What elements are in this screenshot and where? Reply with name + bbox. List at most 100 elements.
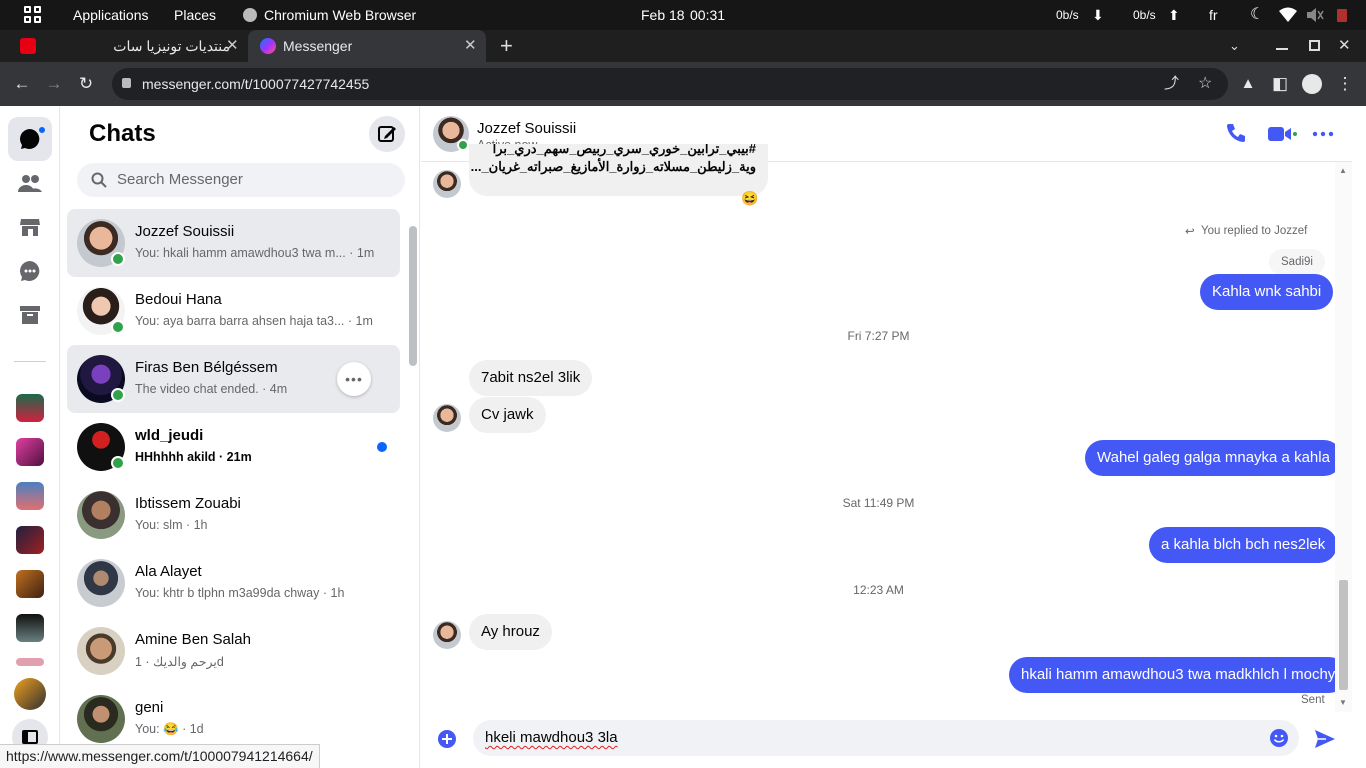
user-profile-avatar[interactable] [14, 678, 46, 710]
page-scrollbar[interactable] [1352, 106, 1366, 768]
conversation-item[interactable]: geni You: 😂 · 1d [67, 685, 400, 753]
conversation-options-button[interactable]: ••• [337, 362, 371, 396]
new-tab-icon[interactable]: + [500, 30, 513, 62]
conversation-item[interactable]: Amine Ben Salah يرحم والديك · 1d [67, 617, 400, 685]
conversation-item[interactable]: Ala Alayet You: khtr b tlphn m3a99da chw… [67, 549, 400, 617]
community-thumbnail[interactable] [16, 570, 44, 598]
thread-scrollbar[interactable]: ▲ ▼ [1335, 162, 1352, 712]
address-bar[interactable]: messenger.com/t/100077427742455 ⤴ ☆ [112, 68, 1228, 100]
scroll-up-arrow-icon[interactable]: ▲ [1339, 166, 1347, 175]
active-app-label[interactable]: Chromium Web Browser [264, 0, 416, 30]
navigation-rail [0, 106, 60, 768]
chat-list-scrollbar[interactable] [409, 226, 417, 366]
keyboard-layout-indicator[interactable]: fr [1209, 0, 1218, 30]
maximize-icon[interactable] [1309, 40, 1320, 51]
community-thumbnail[interactable] [16, 614, 44, 642]
contact-avatar [77, 559, 125, 607]
message-bubble-outgoing[interactable]: hkali hamm amawdhou3 twa madkhlch l moch… [1009, 657, 1348, 693]
thread-contact-name[interactable]: Jozzef Souissii [477, 120, 576, 137]
conversation-item[interactable]: Jozzef Souissii You: hkali hamm amawdhou… [67, 209, 400, 277]
add-attachment-icon[interactable] [437, 729, 457, 749]
close-tab-icon[interactable]: ✕ [226, 30, 239, 62]
messenger-app: Chats Search Messenger Jozzef Souissii Y… [0, 106, 1366, 768]
close-window-icon[interactable]: ✕ [1338, 30, 1351, 62]
community-thumbnail[interactable] [16, 482, 44, 510]
message-text: وية_زليطن_مسلاته_زوارة_الأمازيغ_صبراته_غ… [470, 159, 756, 174]
message-input[interactable]: hkeli mawdhou3 3la [473, 720, 1299, 756]
message-bubble-outgoing[interactable]: Wahel galeg galga mnayka a kahla [1085, 440, 1342, 476]
message-bubble-incoming[interactable]: #بيبي_ترابين_خوري_سري_ربيص_سهم_دري_برا و… [469, 144, 768, 196]
conversation-item[interactable]: Bedoui Hana You: aya barra barra ahsen h… [67, 277, 400, 345]
sent-status: Sent [1301, 694, 1325, 706]
wifi-icon[interactable] [1279, 7, 1297, 23]
reload-icon[interactable]: ↻ [72, 62, 100, 106]
applications-menu[interactable]: Applications [73, 0, 149, 30]
marketplace-nav-button[interactable] [8, 205, 52, 249]
sender-avatar[interactable] [433, 404, 461, 432]
emoji-icon[interactable] [1269, 728, 1289, 748]
lock-icon[interactable] [122, 78, 131, 88]
video-call-icon[interactable] [1267, 122, 1297, 146]
conversation-info-icon[interactable] [1311, 122, 1335, 146]
tab-messenger[interactable]: Messenger ✕ [248, 30, 486, 62]
message-bubble-incoming[interactable]: 7abit ns2el 3lik [469, 360, 593, 396]
tab-tunisia-sat[interactable]: منتديات تونيزيا سات ✕ [10, 30, 246, 62]
message-bubble-outgoing[interactable]: a kahla blch bch nes2lek [1149, 527, 1338, 563]
contact-avatar [77, 491, 125, 539]
scroll-down-arrow-icon[interactable]: ▼ [1339, 698, 1347, 707]
voice-call-icon[interactable] [1224, 122, 1248, 146]
people-nav-button[interactable] [8, 161, 52, 205]
community-thumbnail[interactable] [16, 394, 44, 422]
back-arrow-icon[interactable]: ← [8, 62, 36, 106]
bookmark-star-icon[interactable]: ☆ [1198, 68, 1212, 100]
message-preview: You: khtr b tlphn m3a99da chway · 1h [135, 586, 345, 600]
messenger-favicon-icon [260, 38, 276, 54]
conversation-item[interactable]: Ibtissem Zouabi You: slm · 1h [67, 481, 400, 549]
tab-search-chevron-icon[interactable]: ⌄ [1229, 30, 1240, 62]
places-menu[interactable]: Places [174, 0, 216, 30]
community-thumbnail[interactable] [16, 658, 44, 666]
message-bubble-incoming[interactable]: Ay hrouz [469, 614, 552, 650]
forward-arrow-icon[interactable]: → [40, 62, 68, 106]
clock-time[interactable]: 00:31 [690, 0, 725, 30]
profile-avatar-icon[interactable] [1302, 74, 1322, 94]
browser-tab-strip: منتديات تونيزيا سات ✕ Messenger ✕ + ⌄ ✕ [0, 30, 1366, 62]
app-grid-icon[interactable] [24, 6, 42, 24]
minimize-icon[interactable] [1276, 48, 1288, 50]
conversation-item[interactable]: Firas Ben Bélgéssem The video chat ended… [67, 345, 400, 413]
new-message-button[interactable] [369, 116, 405, 152]
search-input[interactable]: Search Messenger [117, 163, 243, 197]
night-light-icon[interactable]: ☾ [1250, 0, 1264, 30]
scrollbar-thumb[interactable] [1339, 580, 1348, 690]
browser-toolbar: ← → ↻ messenger.com/t/100077427742455 ⤴ … [0, 62, 1366, 106]
quoted-message[interactable]: Sadi9i [1269, 249, 1325, 275]
contact-avatar [77, 695, 125, 743]
sender-avatar[interactable] [433, 170, 461, 198]
archive-nav-button[interactable] [8, 293, 52, 337]
message-preview: You: aya barra barra ahsen haja ta3... ·… [135, 314, 373, 328]
share-icon[interactable]: ⤴ [1164, 68, 1179, 100]
side-panel-icon[interactable]: ◧ [1266, 62, 1294, 106]
community-thumbnail[interactable] [16, 438, 44, 466]
extensions-icon[interactable]: ▲ [1234, 62, 1262, 106]
message-preview: The video chat ended. · 4m [135, 382, 288, 396]
message-reaction[interactable]: 😆 [741, 190, 758, 207]
search-bar[interactable]: Search Messenger [77, 163, 405, 197]
volume-muted-icon[interactable] [1306, 7, 1324, 23]
compose-icon [378, 126, 396, 142]
message-bubble-outgoing[interactable]: Kahla wnk sahbi [1200, 274, 1334, 310]
online-indicator [111, 252, 125, 266]
message-requests-nav-button[interactable] [8, 249, 52, 293]
power-icon[interactable] [1334, 7, 1350, 23]
sender-avatar[interactable] [433, 621, 461, 649]
message-bubble-incoming[interactable]: Cv jawk [469, 397, 546, 433]
send-icon[interactable] [1314, 728, 1336, 750]
close-tab-icon[interactable]: ✕ [464, 30, 477, 62]
message-input-text[interactable]: hkeli mawdhou3 3la [485, 720, 618, 756]
more-menu-icon[interactable]: ⋮ [1331, 62, 1359, 106]
clock-date[interactable]: Feb 18 [641, 0, 685, 30]
community-thumbnail[interactable] [16, 526, 44, 554]
url-text[interactable]: messenger.com/t/100077427742455 [142, 68, 369, 100]
chats-nav-button[interactable] [8, 117, 52, 161]
conversation-item[interactable]: wld_jeudi HHhhhh akild · 21m [67, 413, 400, 481]
